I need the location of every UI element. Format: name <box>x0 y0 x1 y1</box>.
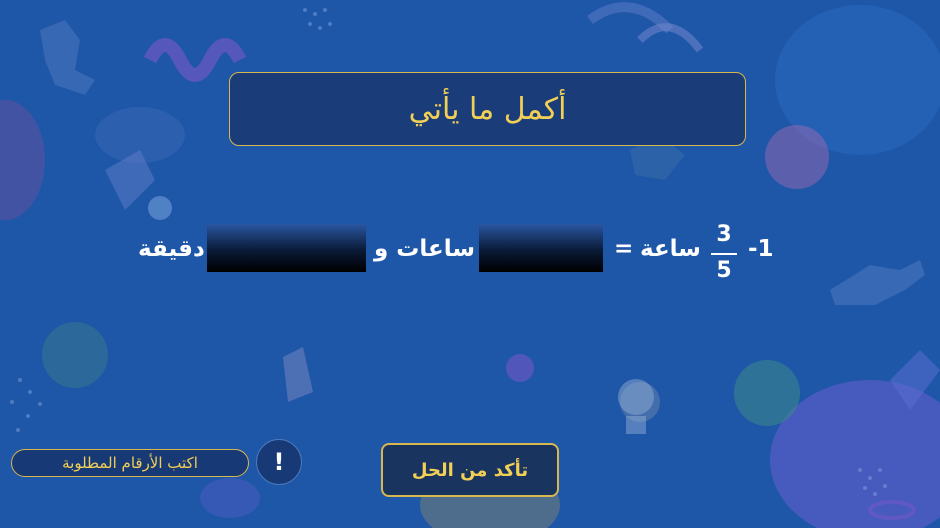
hours-answer-input[interactable] <box>479 224 603 272</box>
question-number: -1 <box>748 236 774 262</box>
equals-sign: = <box>614 236 634 262</box>
hint-pill: اكتب الأرقام المطلوبة <box>11 449 249 477</box>
minutes-label: دقيقة <box>138 236 205 262</box>
fraction-numerator: 3 <box>716 222 732 247</box>
title-panel: أكمل ما يأتي <box>229 72 746 146</box>
exclamation-icon: ! <box>273 448 285 476</box>
check-solution-button[interactable]: تأكد من الحل <box>381 443 559 497</box>
fraction-denominator: 5 <box>716 258 732 283</box>
hours-label: ساعات و <box>374 236 476 262</box>
page-title: أكمل ما يأتي <box>408 91 567 127</box>
hint-label: اكتب الأرقام المطلوبة <box>62 454 198 472</box>
check-solution-label: تأكد من الحل <box>411 459 529 481</box>
unit-hour-label: ساعة <box>640 236 701 262</box>
fraction-bar <box>711 253 737 255</box>
minutes-answer-input[interactable] <box>207 224 366 272</box>
fraction: 3 5 <box>711 220 737 286</box>
info-button[interactable]: ! <box>256 439 302 485</box>
